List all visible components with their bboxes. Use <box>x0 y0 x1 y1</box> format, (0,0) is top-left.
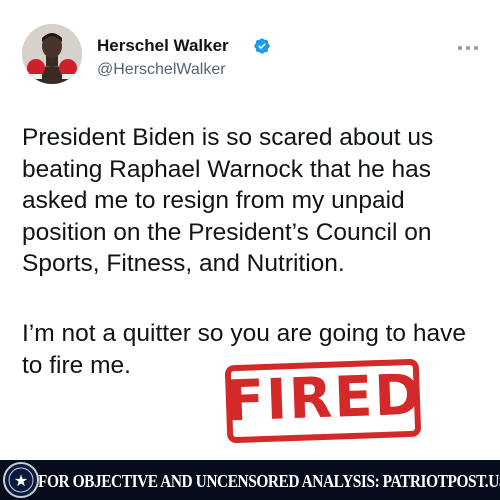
boxer-portrait-avatar <box>22 24 82 84</box>
fired-stamp: FIRED <box>224 358 424 444</box>
stamp-text: FIRED <box>224 362 424 435</box>
footer-text[interactable]: FOR OBJECTIVE AND UNCENSORED ANALYSIS: P… <box>38 471 500 492</box>
tweet-text-paragraph: President Biden is so scared about us be… <box>22 124 434 277</box>
tweet-card: Herschel Walker @HerschelWalker Presiden… <box>0 0 500 460</box>
footer-banner: ★ FOR OBJECTIVE AND UNCENSORED ANALYSIS:… <box>0 460 500 500</box>
more-options-icon[interactable] <box>456 44 480 52</box>
patriot-post-seal-icon: ★ <box>3 462 39 498</box>
author-display-name[interactable]: Herschel Walker <box>97 36 229 56</box>
avatar[interactable] <box>22 24 82 84</box>
seal-star: ★ <box>14 471 28 490</box>
author-handle[interactable]: @HerschelWalker <box>97 61 226 79</box>
verified-badge-icon <box>254 38 270 54</box>
